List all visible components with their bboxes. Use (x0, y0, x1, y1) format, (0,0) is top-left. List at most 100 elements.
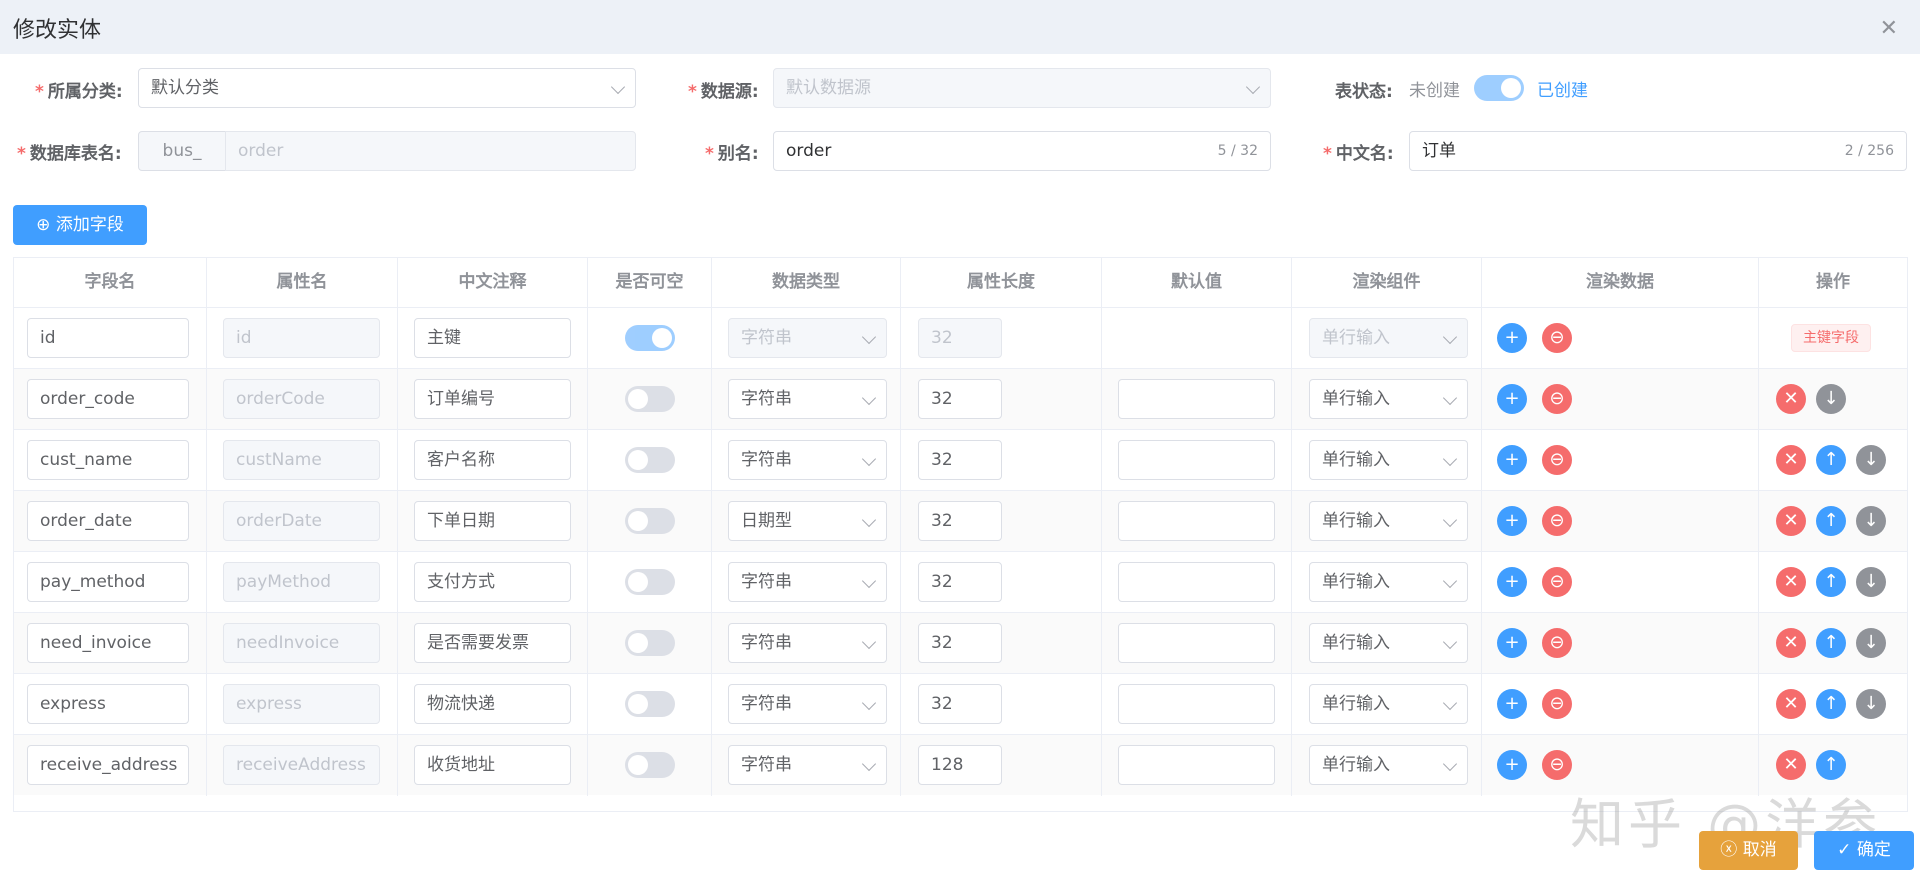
length-input[interactable]: 128 (918, 745, 1002, 785)
close-icon[interactable]: ✕ (1880, 16, 1898, 41)
field-name-input[interactable]: express (27, 684, 189, 724)
data-type-select[interactable]: 日期型 (728, 501, 887, 541)
move-down-button[interactable]: ↓ (1856, 506, 1886, 536)
comment-input[interactable]: 主键 (414, 318, 571, 358)
move-down-button[interactable]: ↓ (1816, 384, 1846, 414)
move-up-button[interactable]: ↑ (1816, 445, 1846, 475)
delete-row-button[interactable]: ✕ (1776, 567, 1806, 597)
default-value-input[interactable] (1118, 562, 1275, 602)
prop-name-input[interactable]: id (223, 318, 380, 358)
field-name-input[interactable]: receive_address (27, 745, 189, 785)
alias-input[interactable]: order 5 / 32 (773, 131, 1271, 171)
add-render-data-button[interactable]: + (1497, 506, 1527, 536)
comment-input[interactable]: 收货地址 (414, 745, 571, 785)
data-type-select[interactable]: 字符串 (728, 562, 887, 602)
default-value-input[interactable] (1118, 379, 1275, 419)
length-input[interactable]: 32 (918, 501, 1002, 541)
render-component-select[interactable]: 单行输入 (1309, 379, 1468, 419)
delete-row-button[interactable]: ✕ (1776, 750, 1806, 780)
length-input[interactable]: 32 (918, 440, 1002, 480)
length-input[interactable]: 32 (918, 318, 1002, 358)
add-render-data-button[interactable]: + (1497, 445, 1527, 475)
add-render-data-button[interactable]: + (1497, 689, 1527, 719)
field-name-input[interactable]: need_invoice (27, 623, 189, 663)
default-value-input[interactable] (1118, 501, 1275, 541)
delete-row-button[interactable]: ✕ (1776, 689, 1806, 719)
default-value-input[interactable] (1118, 745, 1275, 785)
move-up-button[interactable]: ↑ (1816, 506, 1846, 536)
move-down-button[interactable]: ↓ (1856, 689, 1886, 719)
length-input[interactable]: 32 (918, 562, 1002, 602)
remove-render-data-button[interactable]: ⊖ (1542, 628, 1572, 658)
prop-name-input[interactable]: orderCode (223, 379, 380, 419)
prop-name-input[interactable]: orderDate (223, 501, 380, 541)
delete-row-button[interactable]: ✕ (1776, 506, 1806, 536)
length-input[interactable]: 32 (918, 379, 1002, 419)
nullable-switch[interactable] (625, 691, 675, 717)
field-name-input[interactable]: order_date (27, 501, 189, 541)
table-status-switch[interactable] (1474, 75, 1524, 101)
remove-render-data-button[interactable]: ⊖ (1542, 506, 1572, 536)
add-field-button[interactable]: ⊕ 添加字段 (13, 205, 147, 245)
data-type-select[interactable]: 字符串 (728, 745, 887, 785)
comment-input[interactable]: 是否需要发票 (414, 623, 571, 663)
move-up-button[interactable]: ↑ (1816, 628, 1846, 658)
default-value-input[interactable] (1118, 440, 1275, 480)
data-type-select[interactable]: 字符串 (728, 440, 887, 480)
comment-input[interactable]: 下单日期 (414, 501, 571, 541)
comment-input[interactable]: 支付方式 (414, 562, 571, 602)
prop-name-input[interactable]: receiveAddress (223, 745, 380, 785)
table-name-input[interactable]: order (225, 131, 636, 171)
remove-render-data-button[interactable]: ⊖ (1542, 689, 1572, 719)
move-up-button[interactable]: ↑ (1816, 567, 1846, 597)
render-component-select[interactable]: 单行输入 (1309, 684, 1468, 724)
render-component-select[interactable]: 单行输入 (1309, 501, 1468, 541)
nullable-switch[interactable] (625, 386, 675, 412)
render-component-select[interactable]: 单行输入 (1309, 623, 1468, 663)
remove-render-data-button[interactable]: ⊖ (1542, 750, 1572, 780)
data-type-select[interactable]: 字符串 (728, 684, 887, 724)
nullable-switch[interactable] (625, 569, 675, 595)
move-down-button[interactable]: ↓ (1856, 628, 1886, 658)
move-up-button[interactable]: ↑ (1816, 689, 1846, 719)
datasource-select[interactable]: 默认数据源 (773, 68, 1271, 108)
comment-input[interactable]: 订单编号 (414, 379, 571, 419)
data-type-select[interactable]: 字符串 (728, 318, 887, 358)
field-name-input[interactable]: cust_name (27, 440, 189, 480)
field-name-input[interactable]: id (27, 318, 189, 358)
remove-render-data-button[interactable]: ⊖ (1542, 384, 1572, 414)
prop-name-input[interactable]: custName (223, 440, 380, 480)
cancel-button[interactable]: ⓧ 取消 (1699, 831, 1798, 870)
length-input[interactable]: 32 (918, 623, 1002, 663)
comment-input[interactable]: 客户名称 (414, 440, 571, 480)
remove-render-data-button[interactable]: ⊖ (1542, 323, 1572, 353)
prop-name-input[interactable]: payMethod (223, 562, 380, 602)
confirm-button[interactable]: ✓ 确定 (1814, 831, 1914, 870)
add-render-data-button[interactable]: + (1497, 384, 1527, 414)
render-component-select[interactable]: 单行输入 (1309, 562, 1468, 602)
default-value-input[interactable] (1118, 684, 1275, 724)
nullable-switch[interactable] (625, 447, 675, 473)
delete-row-button[interactable]: ✕ (1776, 628, 1806, 658)
nullable-switch[interactable] (625, 325, 675, 351)
move-down-button[interactable]: ↓ (1856, 567, 1886, 597)
prop-name-input[interactable]: express (223, 684, 380, 724)
cn-name-input[interactable]: 订单 2 / 256 (1409, 131, 1907, 171)
remove-render-data-button[interactable]: ⊖ (1542, 445, 1572, 475)
data-type-select[interactable]: 字符串 (728, 379, 887, 419)
length-input[interactable]: 32 (918, 684, 1002, 724)
comment-input[interactable]: 物流快递 (414, 684, 571, 724)
delete-row-button[interactable]: ✕ (1776, 384, 1806, 414)
default-value-input[interactable] (1118, 623, 1275, 663)
data-type-select[interactable]: 字符串 (728, 623, 887, 663)
prop-name-input[interactable]: needInvoice (223, 623, 380, 663)
render-component-select[interactable]: 单行输入 (1309, 440, 1468, 480)
nullable-switch[interactable] (625, 630, 675, 656)
add-render-data-button[interactable]: + (1497, 567, 1527, 597)
render-component-select[interactable]: 单行输入 (1309, 745, 1468, 785)
nullable-switch[interactable] (625, 752, 675, 778)
add-render-data-button[interactable]: + (1497, 323, 1527, 353)
delete-row-button[interactable]: ✕ (1776, 445, 1806, 475)
render-component-select[interactable]: 单行输入 (1309, 318, 1468, 358)
add-render-data-button[interactable]: + (1497, 750, 1527, 780)
